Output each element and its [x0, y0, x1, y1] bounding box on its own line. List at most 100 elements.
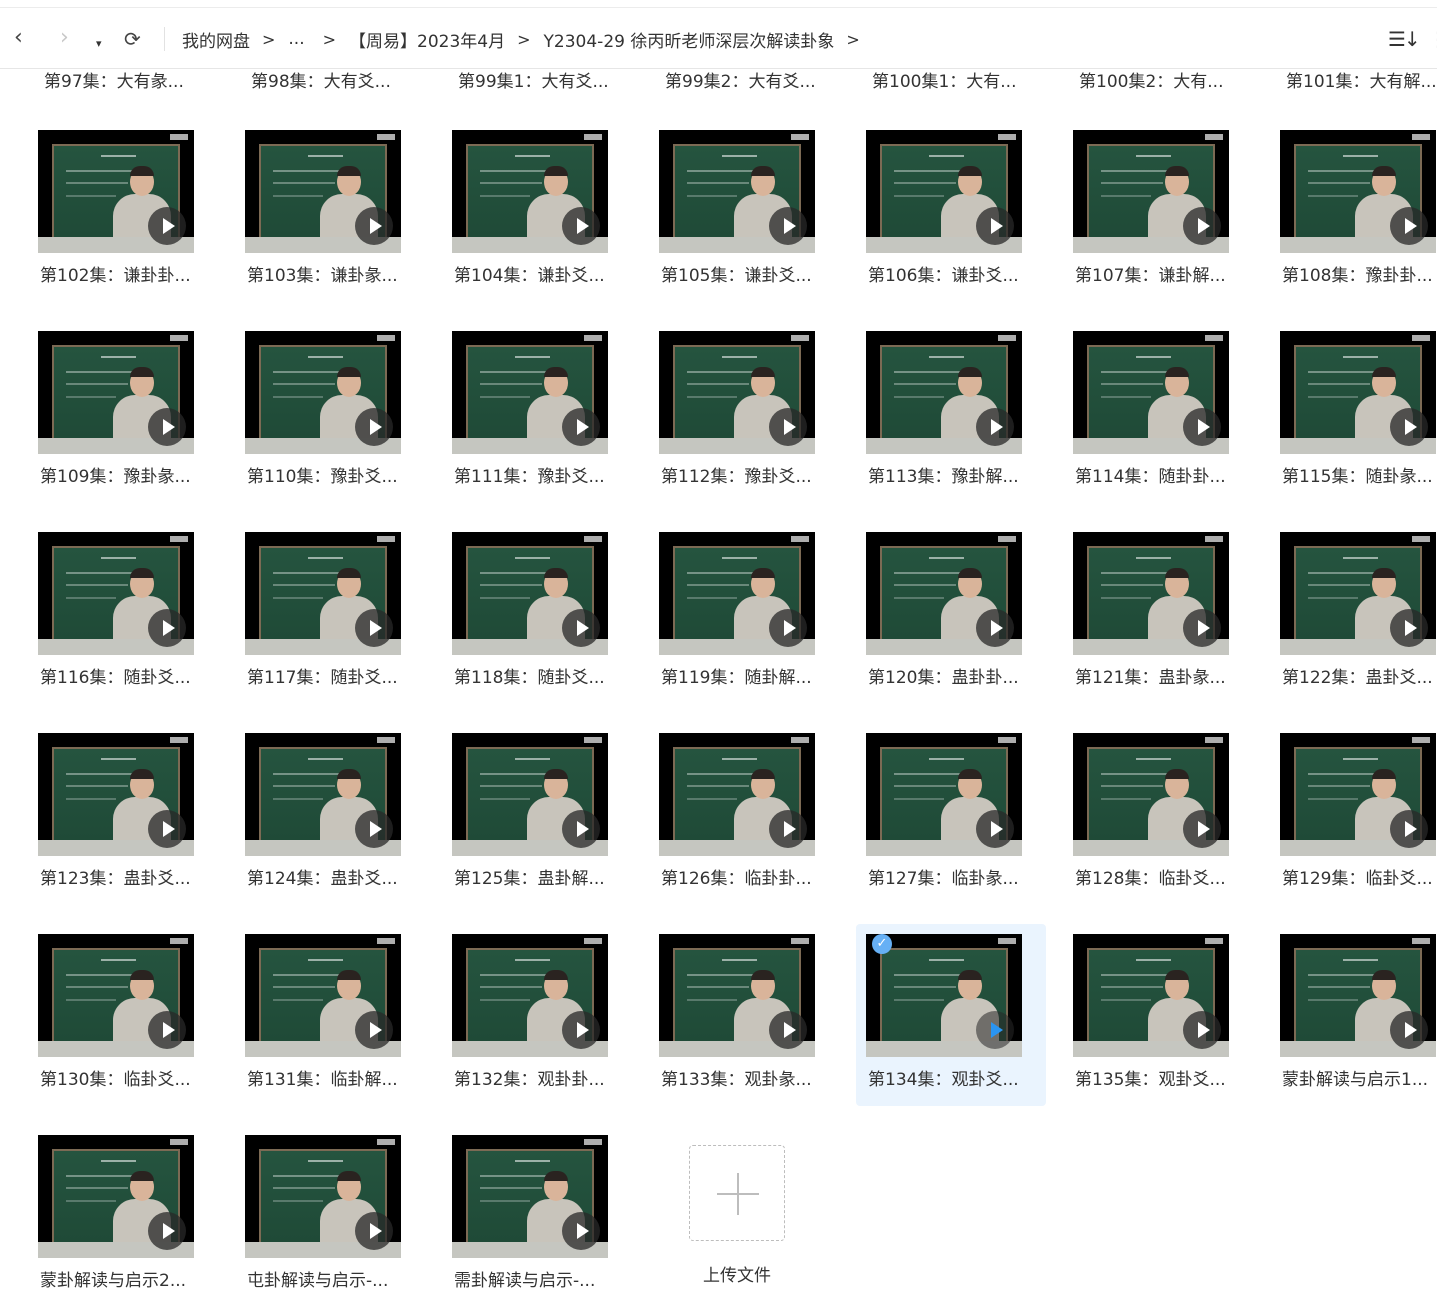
play-icon[interactable]	[1390, 1011, 1428, 1049]
selected-check-icon[interactable]: ✓	[872, 934, 892, 954]
play-icon[interactable]	[148, 609, 186, 647]
video-file-tile[interactable]: 第117集：随卦爻...	[235, 522, 425, 704]
play-icon[interactable]	[148, 1011, 186, 1049]
play-icon[interactable]	[562, 1212, 600, 1250]
play-icon[interactable]	[148, 810, 186, 848]
video-file-tile[interactable]: 第112集：豫卦爻...	[649, 321, 839, 503]
video-file-tile[interactable]: 第125集：蛊卦解...	[442, 723, 632, 905]
video-file-tile[interactable]: 第102集：谦卦卦...	[28, 120, 218, 302]
breadcrumb-item-ellipsis[interactable]: ...	[288, 29, 304, 49]
video-file-tile[interactable]: 第103集：谦卦彖...	[235, 120, 425, 302]
video-file-tile[interactable]: 第116集：随卦爻...	[28, 522, 218, 704]
video-file-tile[interactable]: 第128集：临卦爻...	[1063, 723, 1253, 905]
play-icon[interactable]	[976, 1011, 1014, 1049]
video-file-tile[interactable]: 第123集：蛊卦爻...	[28, 723, 218, 905]
file-label-partial[interactable]: 第97集：大有彖...	[44, 69, 224, 92]
play-icon[interactable]	[1183, 1011, 1221, 1049]
file-label-partial[interactable]: 第100集2：大有...	[1079, 69, 1259, 92]
play-icon[interactable]	[355, 408, 393, 446]
play-icon[interactable]	[769, 609, 807, 647]
play-icon[interactable]	[1390, 609, 1428, 647]
video-file-tile[interactable]: 第118集：随卦爻...	[442, 522, 632, 704]
play-icon[interactable]	[976, 408, 1014, 446]
play-icon[interactable]	[562, 609, 600, 647]
play-icon[interactable]	[1183, 609, 1221, 647]
upload-file-button[interactable]: 上传文件	[659, 1125, 849, 1303]
play-icon[interactable]	[355, 1212, 393, 1250]
file-label-partial[interactable]: 第99集2：大有爻...	[665, 69, 845, 92]
play-icon[interactable]	[769, 1011, 807, 1049]
video-file-tile[interactable]: 第108集：豫卦卦...	[1270, 120, 1437, 302]
more-menu-icon[interactable]: ⋮	[1428, 27, 1437, 51]
forward-arrow-icon[interactable]: ›	[60, 26, 69, 50]
video-file-tile[interactable]: 第111集：豫卦爻...	[442, 321, 632, 503]
video-file-tile[interactable]: 第107集：谦卦解...	[1063, 120, 1253, 302]
sort-icon[interactable]: ☰↓	[1388, 27, 1421, 51]
plus-icon[interactable]	[689, 1145, 785, 1241]
play-icon[interactable]	[355, 1011, 393, 1049]
video-file-tile[interactable]: 第121集：蛊卦彖...	[1063, 522, 1253, 704]
video-file-tile[interactable]: 第119集：随卦解...	[649, 522, 839, 704]
video-file-tile[interactable]: 第130集：临卦爻...	[28, 924, 218, 1106]
file-label-partial[interactable]: 第101集：大有解...	[1286, 69, 1437, 92]
breadcrumb-item-root[interactable]: 我的网盘	[182, 27, 250, 52]
play-icon[interactable]	[562, 207, 600, 245]
video-file-tile[interactable]: 第113集：豫卦解...	[856, 321, 1046, 503]
play-icon[interactable]	[1183, 408, 1221, 446]
play-icon[interactable]	[355, 609, 393, 647]
video-file-tile[interactable]: 第114集：随卦卦...	[1063, 321, 1253, 503]
breadcrumb-item-current[interactable]: Y2304-29 徐丙昕老师深层次解读卦象	[544, 27, 835, 52]
file-label-partial[interactable]: 第99集1：大有爻...	[458, 69, 638, 92]
refresh-icon[interactable]: ⟳	[124, 27, 141, 51]
play-icon[interactable]	[148, 408, 186, 446]
back-arrow-icon[interactable]: ‹	[14, 26, 23, 50]
history-dropdown-icon[interactable]: ▾	[96, 32, 102, 56]
video-file-tile[interactable]: 第106集：谦卦爻...	[856, 120, 1046, 302]
file-name: 第116集：随卦爻...	[40, 668, 191, 688]
video-file-tile[interactable]: 屯卦解读与启示-...	[235, 1125, 425, 1303]
play-icon[interactable]	[355, 207, 393, 245]
video-file-tile[interactable]: 第120集：蛊卦卦...	[856, 522, 1046, 704]
play-icon[interactable]	[562, 408, 600, 446]
video-file-tile[interactable]: 需卦解读与启示-...	[442, 1125, 632, 1303]
play-icon[interactable]	[148, 207, 186, 245]
play-icon[interactable]	[769, 408, 807, 446]
video-file-tile[interactable]: 第115集：随卦彖...	[1270, 321, 1437, 503]
play-icon[interactable]	[1390, 810, 1428, 848]
play-icon[interactable]	[562, 810, 600, 848]
play-icon[interactable]	[562, 1011, 600, 1049]
video-file-tile[interactable]: 蒙卦解读与启示2...	[28, 1125, 218, 1303]
video-file-tile[interactable]: 第110集：豫卦爻...	[235, 321, 425, 503]
video-file-tile[interactable]: 第105集：谦卦爻...	[649, 120, 839, 302]
play-icon[interactable]	[355, 810, 393, 848]
file-name: 第122集：蛊卦爻...	[1282, 668, 1433, 688]
video-file-tile[interactable]: 第135集：观卦爻...	[1063, 924, 1253, 1106]
play-icon[interactable]	[1390, 408, 1428, 446]
video-thumbnail	[1280, 733, 1436, 856]
video-file-tile[interactable]: ✓ 第134集：观卦爻...	[856, 924, 1046, 1106]
play-icon[interactable]	[769, 207, 807, 245]
video-file-tile[interactable]: 第129集：临卦爻...	[1270, 723, 1437, 905]
video-file-tile[interactable]: 第124集：蛊卦爻...	[235, 723, 425, 905]
video-file-tile[interactable]: 第127集：临卦彖...	[856, 723, 1046, 905]
video-file-tile[interactable]: 第126集：临卦卦...	[649, 723, 839, 905]
video-file-tile[interactable]: 第131集：临卦解...	[235, 924, 425, 1106]
video-file-tile[interactable]: 第109集：豫卦彖...	[28, 321, 218, 503]
file-label-partial[interactable]: 第100集1：大有...	[872, 69, 1052, 92]
play-icon[interactable]	[1183, 207, 1221, 245]
play-icon[interactable]	[976, 810, 1014, 848]
play-icon[interactable]	[976, 207, 1014, 245]
breadcrumb-item-folder[interactable]: 【周易】2023年4月	[349, 27, 505, 52]
video-file-tile[interactable]: 第122集：蛊卦爻...	[1270, 522, 1437, 704]
play-icon[interactable]	[976, 609, 1014, 647]
play-icon[interactable]	[1390, 207, 1428, 245]
video-thumbnail	[1073, 532, 1229, 655]
video-file-tile[interactable]: 第132集：观卦卦...	[442, 924, 632, 1106]
play-icon[interactable]	[148, 1212, 186, 1250]
file-label-partial[interactable]: 第98集：大有爻...	[251, 69, 431, 92]
video-file-tile[interactable]: 蒙卦解读与启示1...	[1270, 924, 1437, 1106]
video-file-tile[interactable]: 第133集：观卦彖...	[649, 924, 839, 1106]
play-icon[interactable]	[769, 810, 807, 848]
play-icon[interactable]	[1183, 810, 1221, 848]
video-file-tile[interactable]: 第104集：谦卦爻...	[442, 120, 632, 302]
